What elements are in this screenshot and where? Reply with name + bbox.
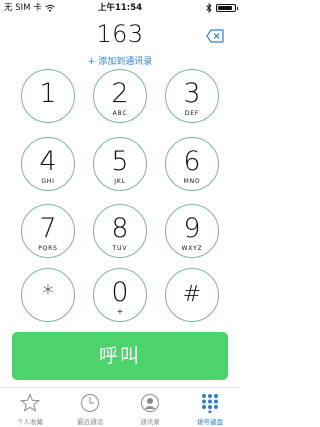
status-time: 上午11:54 [97, 3, 143, 13]
delete-icon[interactable] [206, 29, 224, 43]
key-1[interactable]: 1 [21, 69, 75, 123]
tab-label: 最近通话 [77, 418, 103, 426]
tab-label: 拨号键盘 [197, 418, 223, 426]
key-letters: TUV [112, 245, 128, 252]
key-letters: GHI [41, 178, 55, 185]
clock-icon [81, 394, 99, 412]
key-digit: 9 [183, 213, 201, 244]
key-digit: 5 [111, 146, 129, 177]
key-digit: * [42, 282, 54, 307]
key-digit: 8 [111, 213, 129, 244]
tab-label: 通讯录 [140, 418, 160, 426]
key-star[interactable]: * [21, 268, 75, 322]
key-4[interactable]: 4 GHI [21, 137, 75, 191]
key-letters: WXYZ [181, 245, 203, 252]
tab-bar: 个人收藏 最近通话 通讯录 拨号键盘 [0, 387, 240, 426]
tab-keypad[interactable]: 拨号键盘 [180, 388, 240, 427]
key-2[interactable]: 2 ABC [93, 69, 147, 123]
dialed-number: 163 [96, 20, 144, 48]
key-5[interactable]: 5 JKL [93, 137, 147, 191]
status-right [206, 3, 238, 13]
key-3[interactable]: 3 DEF [165, 69, 219, 123]
key-7[interactable]: 7 PQRS [21, 204, 75, 258]
key-digit: 2 [111, 78, 129, 109]
key-0[interactable]: 0 + [93, 268, 147, 322]
key-letters: DEF [184, 110, 200, 117]
key-letters: PQRS [38, 245, 58, 252]
tab-recents[interactable]: 最近通话 [60, 388, 120, 427]
call-button[interactable]: 呼叫 [12, 332, 228, 380]
key-8[interactable]: 8 TUV [93, 204, 147, 258]
battery-icon [216, 4, 238, 12]
bluetooth-icon [206, 3, 212, 13]
contacts-icon [141, 394, 159, 412]
add-to-contacts-link[interactable]: + 添加到通讯录 [0, 54, 240, 67]
key-letters: ABC [112, 110, 128, 117]
tab-favorites[interactable]: 个人收藏 [0, 388, 60, 427]
key-digit: 7 [39, 213, 57, 244]
key-6[interactable]: 6 MNO [165, 137, 219, 191]
key-letters: + [116, 307, 124, 316]
key-digit: 6 [183, 146, 201, 177]
key-digit: 0 [111, 277, 129, 308]
status-bar: 无 SIM 卡 上午11:54 [0, 0, 240, 16]
key-letters: MNO [183, 178, 201, 185]
key-hash[interactable]: # [165, 268, 219, 322]
tab-label: 个人收藏 [17, 418, 43, 426]
key-digit: 3 [183, 78, 201, 109]
tab-contacts[interactable]: 通讯录 [120, 388, 180, 427]
key-digit: # [182, 282, 202, 307]
battery-level [218, 6, 233, 10]
keypad-icon [202, 394, 218, 413]
key-digit: 1 [39, 78, 57, 109]
key-letters: JKL [114, 178, 126, 185]
key-9[interactable]: 9 WXYZ [165, 204, 219, 258]
key-digit: 4 [39, 146, 57, 177]
star-icon [20, 393, 40, 412]
